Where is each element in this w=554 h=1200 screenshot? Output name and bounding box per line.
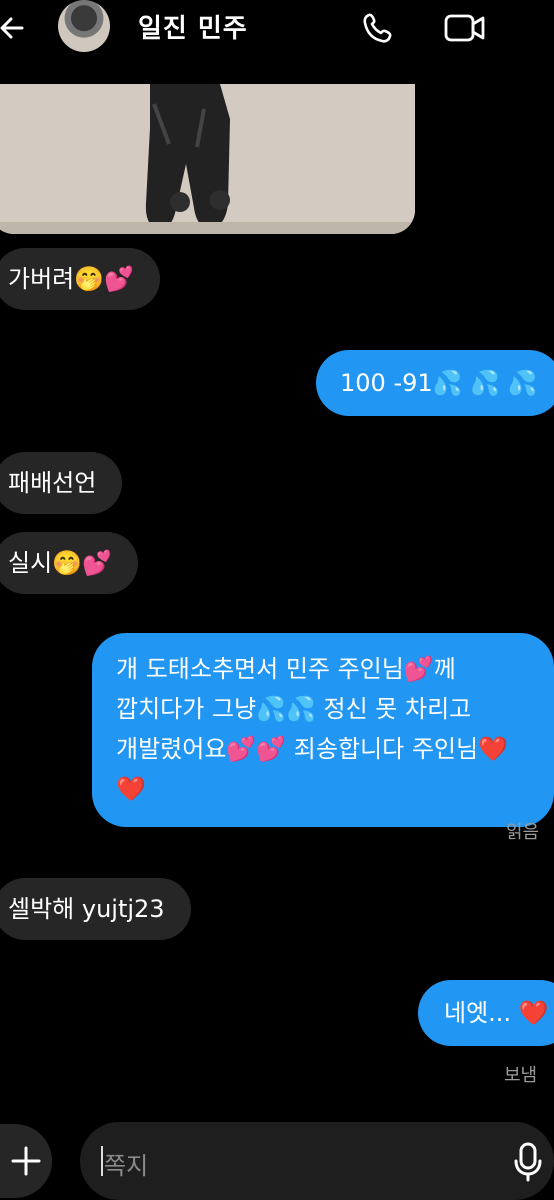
message-line: 깝치다가 그냥💦💦 정신 못 차리고 xyxy=(116,695,472,723)
message-line: 개 도태소추면서 민주 주인님💕께 xyxy=(116,655,456,683)
profile-avatar[interactable] xyxy=(58,0,110,52)
message-bubble-outgoing[interactable]: 네엣... ❤️ xyxy=(418,980,554,1046)
message-placeholder: 쪽지 xyxy=(104,1152,149,1180)
microphone-icon[interactable] xyxy=(513,1142,543,1182)
message-bubble-incoming[interactable]: 실시🤭💕 xyxy=(0,532,138,594)
add-attachment-button[interactable] xyxy=(0,1124,52,1198)
back-arrow-icon[interactable] xyxy=(0,12,26,44)
chat-title[interactable]: 일진 민주 xyxy=(138,8,248,45)
message-line: ❤️ xyxy=(116,775,146,803)
photo-image xyxy=(0,84,415,234)
received-photo[interactable] xyxy=(0,84,415,234)
chat-header: 일진 민주 xyxy=(0,0,554,60)
message-line: 개발렸어요💕💕 죄송합니다 주인님❤️ xyxy=(116,735,508,763)
message-bubble-incoming[interactable]: 패배선언 xyxy=(0,452,123,514)
plus-icon xyxy=(11,1146,41,1176)
message-bubble-incoming[interactable]: 가버려🤭💕 xyxy=(0,248,161,310)
phone-icon[interactable] xyxy=(360,10,396,46)
video-camera-icon[interactable] xyxy=(444,12,486,44)
message-bubble-outgoing[interactable]: 100 -91💦 💦 💦 xyxy=(316,350,554,416)
read-status: 읽음 xyxy=(506,822,540,843)
message-input[interactable] xyxy=(80,1122,554,1200)
sent-status: 보냄 xyxy=(504,1065,538,1086)
text-cursor xyxy=(101,1146,103,1176)
message-bubble-outgoing[interactable]: 개 도태소추면서 민주 주인님💕께 깝치다가 그냥💦💦 정신 못 차리고 개발렸… xyxy=(92,633,554,827)
message-bubble-incoming[interactable]: 셀박해 yujtj23 xyxy=(0,878,191,940)
